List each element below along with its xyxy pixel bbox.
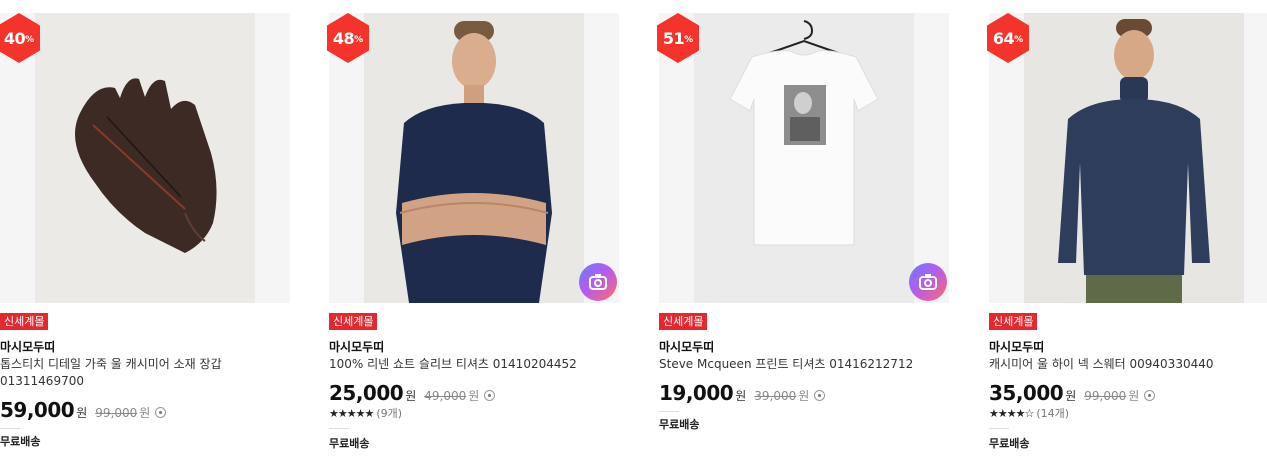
product-card[interactable]: 48% 신세계몰 마시모두띠 100% 리넨 쇼트 슬리브 티셔츠 014102…	[327, 0, 619, 472]
original-price: 99,000	[1084, 389, 1127, 403]
price-row: 19,000 원 39,000 원	[659, 381, 826, 405]
store-badge: 신세계몰	[329, 313, 378, 330]
original-price: 99,000	[95, 406, 138, 420]
sale-price: 59,000	[0, 398, 75, 422]
divider	[659, 411, 679, 412]
divider	[329, 428, 349, 429]
brand-name[interactable]: 마시모두띠	[989, 338, 1044, 355]
shipping-label: 무료배송	[989, 437, 1030, 450]
product-name[interactable]: 캐시미어 울 하이 넥 스웨터 00940330440	[989, 356, 1267, 373]
discount-unit: %	[25, 34, 35, 45]
brand-name[interactable]: 마시모두띠	[0, 338, 55, 355]
product-image[interactable]	[329, 13, 619, 303]
product-image[interactable]	[0, 13, 290, 303]
discount-unit: %	[354, 34, 364, 45]
currency-label: 원	[1065, 389, 1077, 403]
brand-name[interactable]: 마시모두띠	[329, 338, 384, 355]
shipping-label: 무료배송	[329, 437, 370, 450]
product-card[interactable]: 64% 신세계몰 마시모두띠 캐시미어 울 하이 넥 스웨터 009403304…	[987, 0, 1267, 472]
price-info-icon[interactable]	[484, 390, 496, 401]
sale-price: 25,000	[329, 381, 404, 405]
discount-unit: %	[1014, 34, 1024, 45]
brand-name[interactable]: 마시모두띠	[659, 338, 714, 355]
leather-gloves-image	[35, 13, 255, 303]
discount-unit: %	[684, 34, 694, 45]
review-count[interactable]: (14개)	[1036, 405, 1069, 421]
discount-rate: 48	[332, 28, 355, 48]
store-badge: 신세계몰	[659, 313, 708, 330]
rating: ★★★★☆ (14개)	[989, 405, 1069, 421]
discount-rate: 51	[662, 28, 685, 48]
product-card[interactable]: 40% 신세계몰 마시모두띠 톱스티치 디테일 가죽 울 캐시미어 소재 장갑 …	[0, 0, 290, 472]
linen-tshirt-model-image	[364, 13, 584, 303]
original-price: 39,000	[754, 389, 797, 403]
store-badge: 신세계몰	[989, 313, 1038, 330]
divider	[0, 428, 20, 429]
currency-label: 원	[798, 389, 810, 403]
currency-label: 원	[405, 389, 417, 403]
rating: ★★★★★ (9개)	[329, 405, 402, 421]
price-row: 59,000 원 99,000 원	[0, 398, 167, 422]
price-info-icon[interactable]	[155, 407, 167, 418]
shipping-label: 무료배송	[659, 418, 700, 431]
product-image[interactable]	[659, 13, 949, 303]
store-badge: 신세계몰	[0, 313, 49, 330]
price-row: 25,000 원 49,000 원	[329, 381, 496, 405]
product-name[interactable]: 톱스티치 디테일 가죽 울 캐시미어 소재 장갑 01311469700	[0, 356, 295, 390]
divider	[989, 428, 1009, 429]
product-image[interactable]	[989, 13, 1267, 303]
currency-label: 원	[735, 389, 747, 403]
sale-price: 19,000	[659, 381, 734, 405]
star-rating-icon: ★★★★★	[329, 406, 374, 420]
discount-rate: 64	[992, 28, 1015, 48]
price-row: 35,000 원 99,000 원	[989, 381, 1156, 405]
currency-label: 원	[139, 406, 151, 420]
camera-icon[interactable]	[909, 263, 947, 301]
price-info-icon[interactable]	[1144, 390, 1156, 401]
review-count[interactable]: (9개)	[376, 405, 402, 421]
price-info-icon[interactable]	[814, 390, 826, 401]
sale-price: 35,000	[989, 381, 1064, 405]
product-card[interactable]: 51% 신세계몰 마시모두띠 Steve Mcqueen 프린트 티셔츠 014…	[657, 0, 949, 472]
print-tshirt-image	[694, 13, 914, 303]
original-price: 49,000	[424, 389, 467, 403]
camera-icon[interactable]	[579, 263, 617, 301]
product-name[interactable]: Steve Mcqueen 프린트 티셔츠 01416212712	[659, 356, 954, 373]
discount-rate: 40	[3, 28, 26, 48]
product-name[interactable]: 100% 리넨 쇼트 슬리브 티셔츠 01410204452	[329, 356, 624, 373]
currency-label: 원	[76, 406, 88, 420]
currency-label: 원	[468, 389, 480, 403]
currency-label: 원	[1128, 389, 1140, 403]
shipping-label: 무료배송	[0, 435, 41, 448]
star-rating-icon: ★★★★☆	[989, 406, 1034, 420]
turtleneck-model-image	[1024, 13, 1244, 303]
